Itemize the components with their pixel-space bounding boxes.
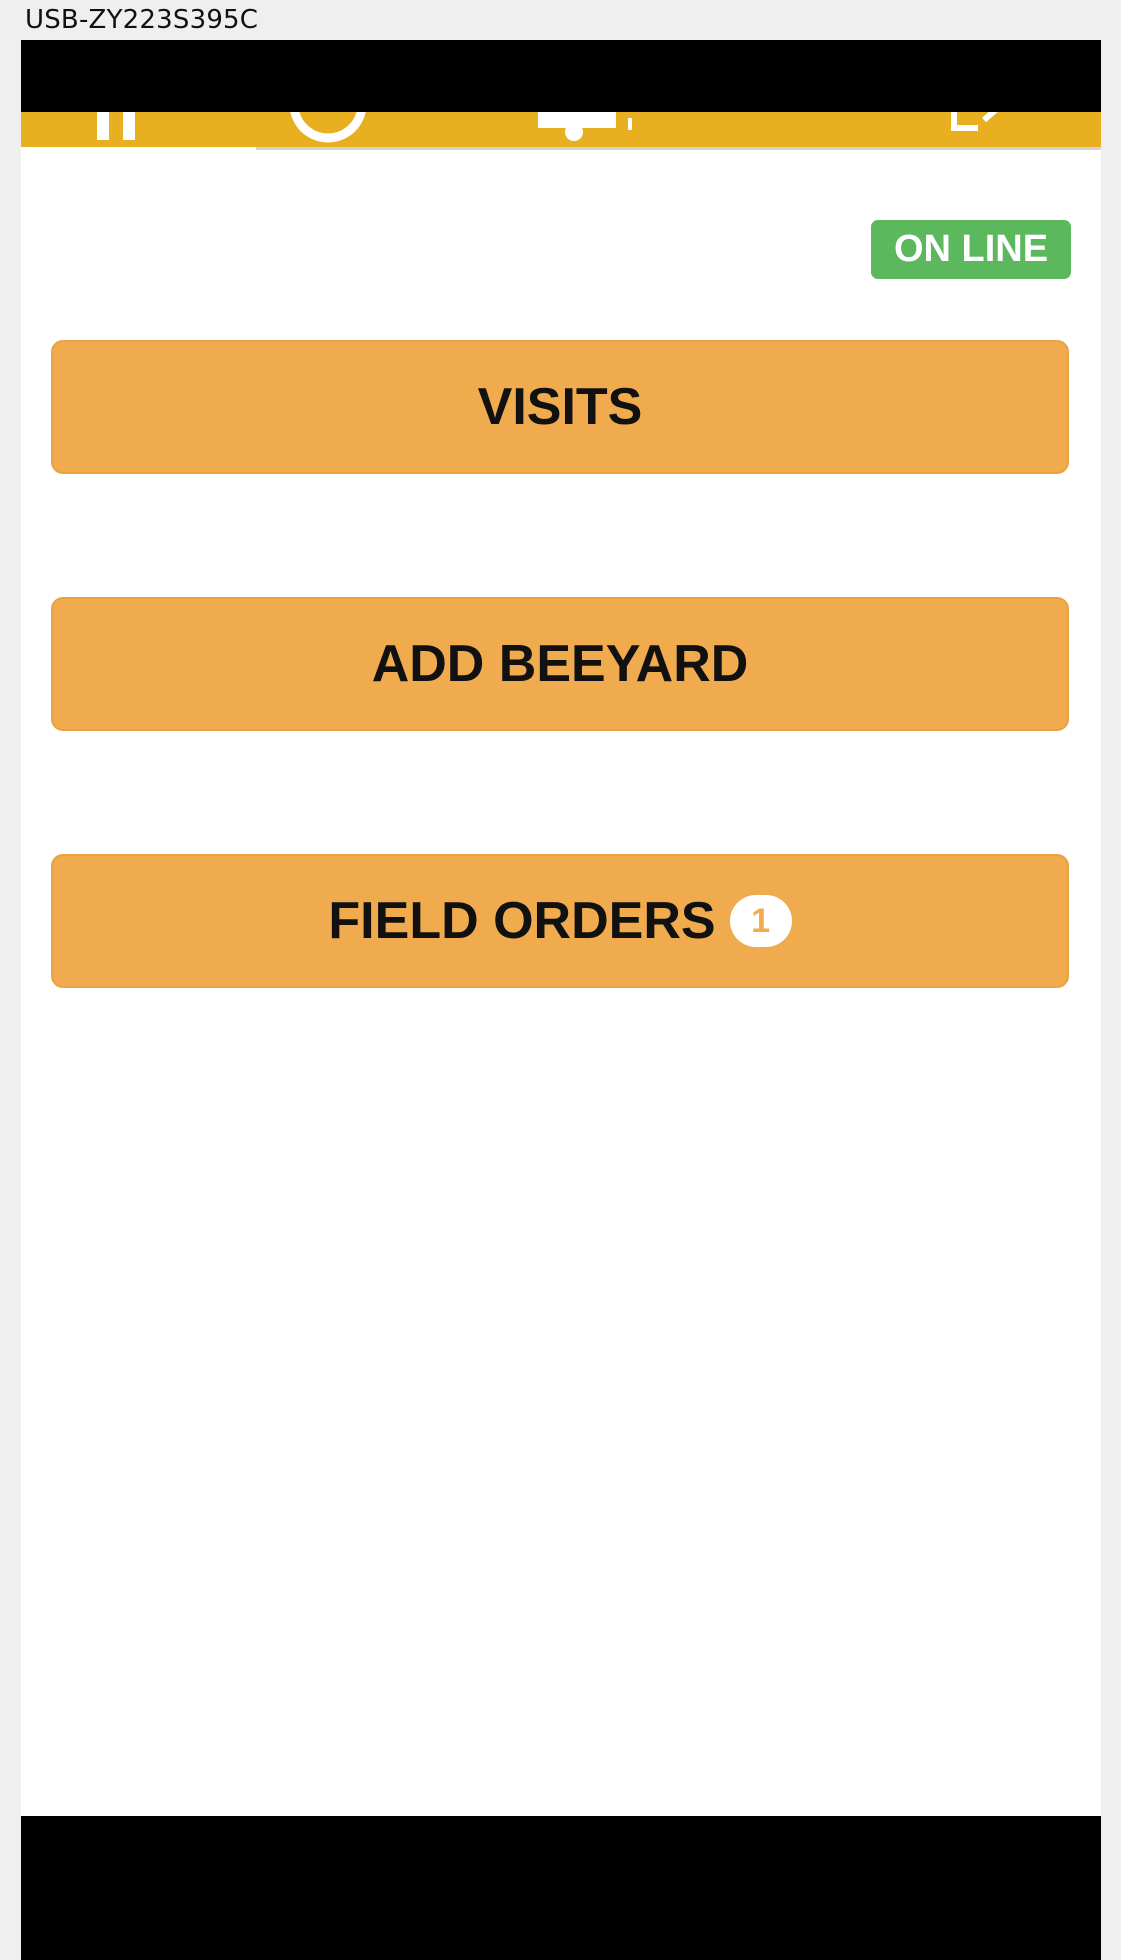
field-orders-button[interactable]: FIELD ORDERS 1 bbox=[51, 854, 1069, 988]
field-orders-button-label: FIELD ORDERS bbox=[328, 892, 716, 950]
visits-button-label: VISITS bbox=[477, 378, 643, 436]
tab-2[interactable] bbox=[256, 112, 526, 147]
logout-icon bbox=[951, 112, 998, 131]
visits-button[interactable]: VISITS bbox=[51, 340, 1069, 474]
tab-3[interactable] bbox=[526, 112, 796, 147]
tab-4[interactable] bbox=[796, 112, 1101, 147]
window-title: USB-ZY223S395C bbox=[25, 5, 259, 35]
add-beeyard-button[interactable]: ADD BEEYARD bbox=[51, 597, 1069, 731]
truck-icon bbox=[538, 112, 632, 141]
field-orders-count-badge: 1 bbox=[729, 895, 792, 947]
add-beeyard-button-label: ADD BEEYARD bbox=[371, 635, 749, 693]
active-tab-indicator bbox=[21, 147, 256, 151]
status-bar bbox=[21, 40, 1101, 112]
tab-home[interactable] bbox=[21, 112, 256, 147]
device-screen: ON LINE VISITS ADD BEEYARD FIELD ORDERS … bbox=[21, 40, 1101, 1960]
circle-icon bbox=[290, 112, 366, 143]
tab-bar bbox=[21, 112, 1101, 147]
navigation-bar bbox=[21, 1816, 1101, 1960]
online-status-badge: ON LINE bbox=[871, 220, 1071, 279]
home-icon bbox=[97, 112, 135, 140]
